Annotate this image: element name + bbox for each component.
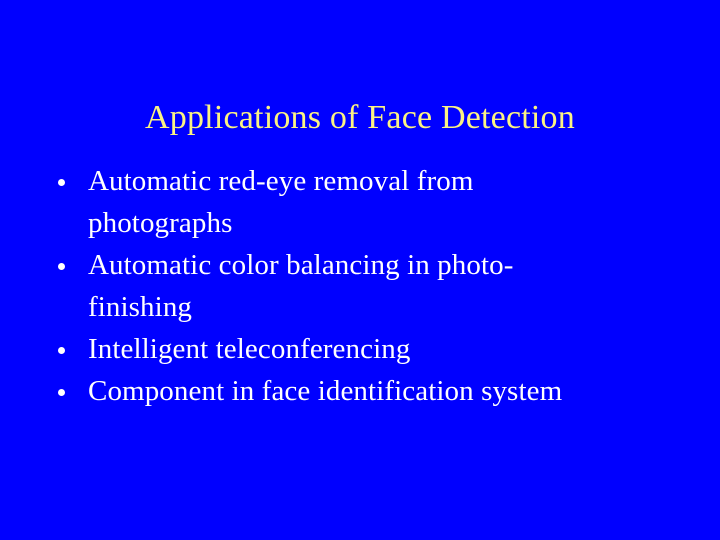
round-bullet-icon: [58, 263, 65, 270]
round-bullet-icon: [58, 179, 65, 186]
list-item: Automatic red-eye removal from photograp…: [50, 160, 690, 244]
list-item: Intelligent teleconferencing: [50, 328, 690, 370]
list-item-label: Automatic color balancing in photo- fini…: [88, 249, 514, 323]
round-bullet-icon: [58, 389, 65, 396]
bullet-list: Automatic red-eye removal from photograp…: [50, 160, 690, 412]
list-item: Automatic color balancing in photo- fini…: [50, 244, 690, 328]
list-item-label: Component in face identification system: [88, 375, 563, 407]
presentation-slide: Applications of Face Detection Automatic…: [0, 0, 720, 540]
list-item: Component in face identification system: [50, 370, 690, 412]
round-bullet-icon: [58, 347, 65, 354]
list-item-label: Automatic red-eye removal from photograp…: [88, 165, 474, 239]
list-item-label: Intelligent teleconferencing: [88, 333, 411, 365]
page-title: Applications of Face Detection: [145, 98, 575, 136]
